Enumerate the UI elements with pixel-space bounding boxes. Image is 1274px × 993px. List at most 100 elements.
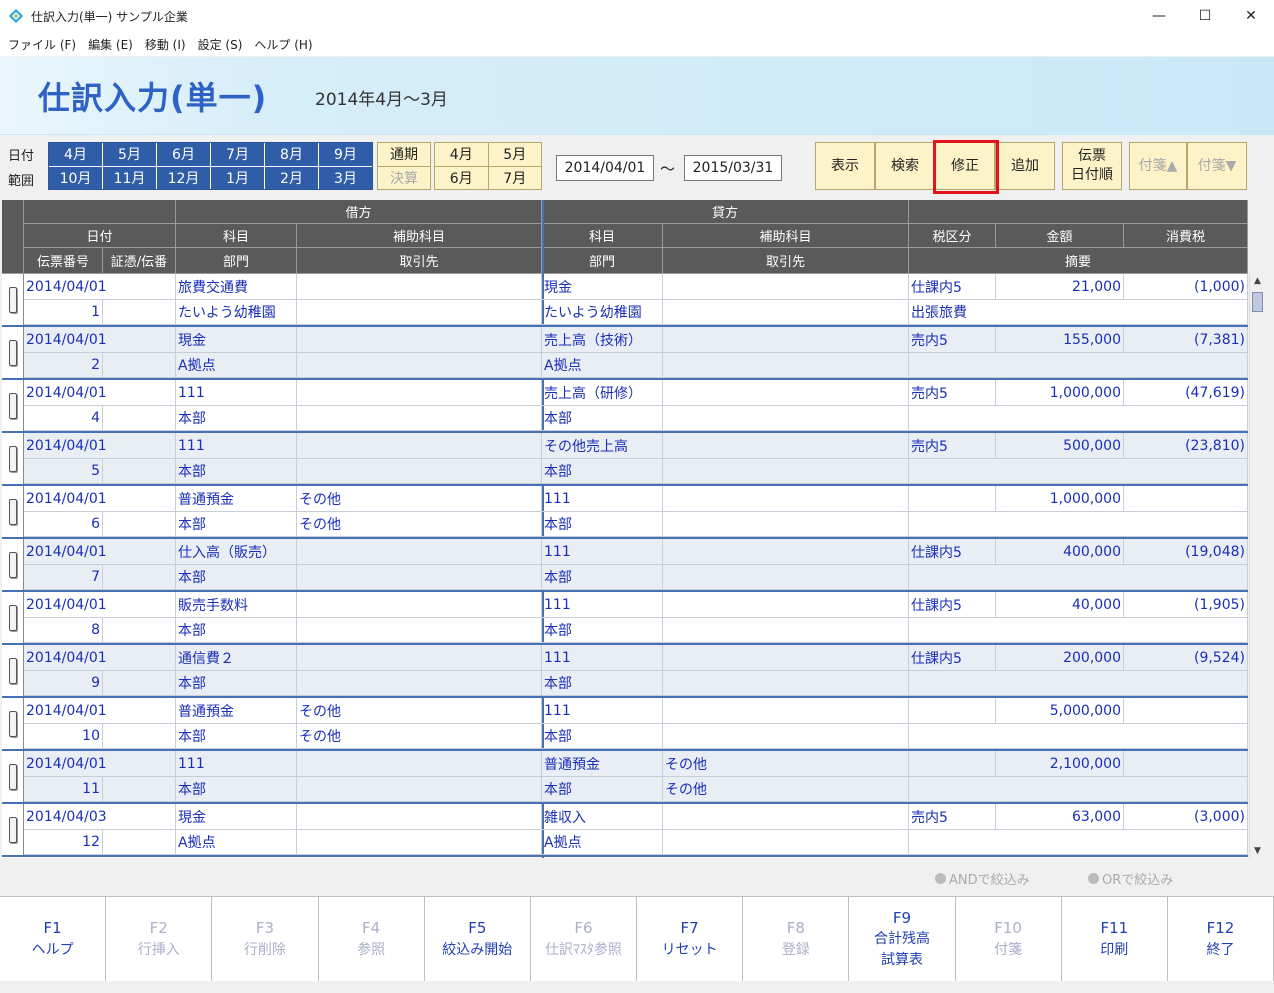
month-button[interactable]: 7月 <box>211 143 264 166</box>
cell-d-partner[interactable]: その他 <box>297 724 542 749</box>
journal-row[interactable]: 2014/04/01 111 売上高（研修） 売内5 1,000,000 (47,619)… <box>2 380 1248 433</box>
cell-date[interactable]: 2014/04/01 <box>24 486 176 512</box>
cell-c-partner[interactable] <box>663 459 909 484</box>
cell-d-dept[interactable]: 本部 <box>176 512 297 537</box>
display-button[interactable]: 表示 <box>815 142 875 190</box>
cell-voucher[interactable] <box>103 618 176 643</box>
cell-d-partner[interactable] <box>297 671 542 696</box>
fkey-f10-button[interactable]: F10 付箋 <box>955 897 1062 981</box>
add-button[interactable]: 追加 <box>995 142 1055 190</box>
and-filter-radio[interactable]: ANDで絞込み <box>935 869 1030 888</box>
fkey-f11-button[interactable]: F11 印刷 <box>1061 897 1168 981</box>
cell-c-partner[interactable] <box>663 830 909 855</box>
cell-voucher[interactable] <box>103 300 176 325</box>
month-button[interactable]: 6月 <box>157 143 210 166</box>
cell-summary[interactable] <box>909 671 1248 696</box>
cell-no[interactable]: 1 <box>24 300 103 325</box>
cell-amount[interactable]: 500,000 <box>996 433 1124 459</box>
month-button[interactable]: 4月 <box>49 143 102 166</box>
menu-move[interactable]: 移動 (I) <box>145 36 186 53</box>
cell-d-dept[interactable]: A拠点 <box>176 353 297 378</box>
cell-voucher[interactable] <box>103 512 176 537</box>
cell-tax[interactable]: (47,619) <box>1124 380 1248 406</box>
cell-voucher[interactable] <box>103 565 176 590</box>
cell-d-acc[interactable]: 通信費２ <box>176 645 297 671</box>
cell-amount[interactable]: 63,000 <box>996 804 1124 830</box>
cell-d-acc[interactable]: 111 <box>176 751 297 777</box>
close-button[interactable]: ✕ <box>1228 0 1274 32</box>
cell-c-dept[interactable]: A拠点 <box>542 830 663 855</box>
fkey-f1-button[interactable]: F1 ヘルプ <box>0 897 107 981</box>
journal-row[interactable]: 2014/04/03 現金 雑収入 売内5 63,000 (3,000) 12 A拠点 A拠点 <box>2 804 1248 857</box>
cell-d-partner[interactable] <box>297 406 542 431</box>
cell-d-partner[interactable]: その他 <box>297 512 542 537</box>
cell-c-dept[interactable]: 本部 <box>542 406 663 431</box>
cell-d-acc[interactable]: 普通預金 <box>176 698 297 724</box>
journal-row[interactable]: 2014/04/01 仕入高（販売） 111 仕課内5 400,000 (19,048) 7… <box>2 539 1248 592</box>
cell-voucher[interactable] <box>103 406 176 431</box>
cell-c-sub[interactable]: その他 <box>663 751 909 777</box>
menu-settings[interactable]: 設定 (S) <box>198 36 243 53</box>
cell-date[interactable]: 2014/04/01 <box>24 592 176 618</box>
cell-d-acc[interactable]: 111 <box>176 433 297 459</box>
cell-c-dept[interactable]: 本部 <box>542 671 663 696</box>
cell-d-dept[interactable]: たいよう幼稚園 <box>176 300 297 325</box>
fkey-f4-button[interactable]: F4 参照 <box>318 897 425 981</box>
cell-c-acc[interactable]: 売上高（研修） <box>542 380 663 406</box>
month-button[interactable]: 1月 <box>211 166 264 189</box>
cell-c-sub[interactable] <box>663 539 909 565</box>
cell-amount[interactable]: 1,000,000 <box>996 380 1124 406</box>
cell-tax-class[interactable]: 仕課内5 <box>909 645 996 671</box>
month-button[interactable]: 12月 <box>157 166 210 189</box>
row-handle[interactable] <box>2 804 24 855</box>
cell-c-dept[interactable]: 本部 <box>542 618 663 643</box>
cell-amount[interactable]: 40,000 <box>996 592 1124 618</box>
row-handle[interactable] <box>2 486 24 537</box>
cell-amount[interactable]: 155,000 <box>996 327 1124 353</box>
cell-c-acc[interactable]: 111 <box>542 592 663 618</box>
cell-d-acc[interactable]: 仕入高（販売） <box>176 539 297 565</box>
minimize-button[interactable]: — <box>1136 0 1182 32</box>
cell-d-partner[interactable] <box>297 353 542 378</box>
cell-date[interactable]: 2014/04/01 <box>24 380 176 406</box>
journal-row[interactable]: 2014/04/01 111 普通預金 その他 2,100,000 11 本部 本部 その他 <box>2 751 1248 804</box>
cell-d-sub[interactable]: その他 <box>297 698 542 724</box>
cell-c-acc[interactable]: 111 <box>542 645 663 671</box>
cell-no[interactable]: 10 <box>24 724 103 749</box>
grid-scrollbar[interactable]: ▲ ▼ <box>1249 274 1264 858</box>
quick-month-button[interactable]: 7月 <box>488 166 541 189</box>
journal-row[interactable]: 2014/04/01 普通預金 その他 111 1,000,000 6 本部 その他 本部 <box>2 486 1248 539</box>
menu-edit[interactable]: 編集 (E) <box>88 36 133 53</box>
scroll-thumb[interactable] <box>1252 292 1263 312</box>
cell-c-partner[interactable] <box>663 353 909 378</box>
cell-date[interactable]: 2014/04/01 <box>24 433 176 459</box>
cell-d-sub[interactable]: その他 <box>297 486 542 512</box>
cell-d-dept[interactable]: 本部 <box>176 618 297 643</box>
cell-c-dept[interactable]: A拠点 <box>542 353 663 378</box>
fkey-f2-button[interactable]: F2 行挿入 <box>106 897 213 981</box>
cell-c-partner[interactable] <box>663 512 909 537</box>
quick-month-button[interactable]: 6月 <box>435 166 488 189</box>
fkey-f5-button[interactable]: F5 絞込み開始 <box>424 897 531 981</box>
month-button[interactable]: 2月 <box>265 166 318 189</box>
cell-c-dept[interactable]: たいよう幼稚園 <box>542 300 663 325</box>
cell-c-acc[interactable]: 現金 <box>542 274 663 300</box>
cell-c-sub[interactable] <box>663 327 909 353</box>
fkey-f7-button[interactable]: F7 リセット <box>637 897 744 981</box>
cell-date[interactable]: 2014/04/01 <box>24 751 176 777</box>
cell-d-partner[interactable] <box>297 777 542 802</box>
row-handle[interactable] <box>2 274 24 325</box>
cell-d-acc[interactable]: 現金 <box>176 804 297 830</box>
cell-summary[interactable]: 出張旅費 <box>909 300 1248 325</box>
cell-c-acc[interactable]: その他売上高 <box>542 433 663 459</box>
cell-tax-class[interactable]: 売内5 <box>909 433 996 459</box>
cell-tax[interactable]: (9,524) <box>1124 645 1248 671</box>
cell-d-sub[interactable] <box>297 274 542 300</box>
full-year-button[interactable]: 通期 <box>378 143 430 166</box>
cell-amount[interactable]: 21,000 <box>996 274 1124 300</box>
cell-voucher[interactable] <box>103 671 176 696</box>
cell-c-sub[interactable] <box>663 592 909 618</box>
cell-c-sub[interactable] <box>663 645 909 671</box>
cell-amount[interactable]: 5,000,000 <box>996 698 1124 724</box>
month-button[interactable]: 10月 <box>49 166 102 189</box>
